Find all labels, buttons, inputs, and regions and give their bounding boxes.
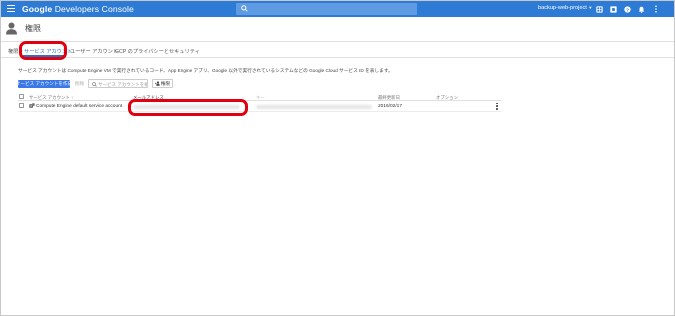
tab-gcp-privacy-security[interactable]: GCP のプライバシーとセキュリティ [115,48,200,55]
svg-text:?: ? [626,7,629,13]
email-highlight-annotation [128,99,248,116]
tab-permissions[interactable]: 権限 [8,48,18,55]
create-service-account-button[interactable]: サービス アカウントを作成 [16,80,72,88]
last-updated-date: 2016/02/17 [378,104,403,109]
project-name: backup-web-project [538,5,587,11]
table-header-divider [18,100,501,101]
page-description: サービス アカウントは Compute Engine VM で実行されているコー… [18,68,393,73]
search-icon [241,5,248,12]
page-title: 権限 [25,24,41,33]
tab-user-accounts[interactable]: ユーザー アカウント [70,48,118,55]
service-account-search[interactable] [88,79,148,88]
permissions-button-label: 権限 [160,80,171,86]
redacted-key-id [256,105,372,109]
permissions-button[interactable]: 権限 [152,79,173,88]
apps-icon[interactable] [595,5,603,13]
table-row-divider [18,111,501,112]
dropdown-arrow-icon: ▼ [588,5,593,10]
header-divider [1,41,674,42]
row-more-options-icon[interactable] [495,102,499,110]
menu-icon[interactable] [7,5,15,13]
top-app-bar: Google Developers Console backup-web-pro… [1,1,674,17]
service-account-search-input[interactable] [98,81,147,87]
app-brand: Google [22,4,53,14]
tab-highlight-annotation [19,41,67,60]
service-account-key-icon [29,103,35,108]
app-title[interactable]: Google Developers Console [22,4,134,14]
global-search-input[interactable] [252,4,412,14]
project-selector[interactable]: backup-web-project ▼ [538,5,592,11]
notifications-icon[interactable] [637,5,645,13]
service-account-name[interactable]: Compute Engine default service account [36,104,122,109]
person-icon [6,22,17,40]
help-icon[interactable]: ? [623,5,631,13]
support-icon[interactable] [609,5,617,13]
more-vert-icon[interactable] [652,5,660,13]
search-icon [92,81,97,87]
delete-button[interactable]: 削除 [75,81,84,87]
select-all-checkbox[interactable] [19,94,24,99]
tabs-divider [1,57,674,58]
row-checkbox[interactable] [19,103,24,108]
global-search[interactable] [236,3,417,15]
app-name: Developers Console [54,4,134,14]
add-person-icon [154,81,160,86]
